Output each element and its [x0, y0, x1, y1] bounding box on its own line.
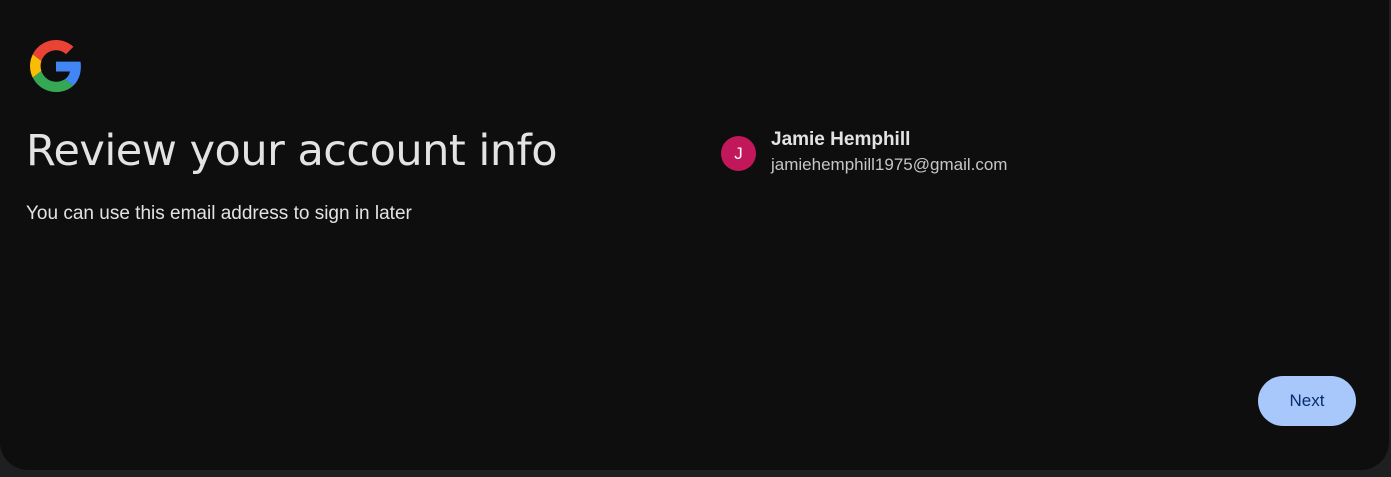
review-account-card: Review your account info You can use thi…	[0, 0, 1389, 470]
google-logo-icon	[30, 40, 81, 92]
page-title: Review your account info	[26, 126, 558, 176]
avatar: J	[721, 136, 756, 171]
account-name: Jamie Hemphill	[771, 129, 911, 150]
account-details: Jamie Hemphill jamiehemphill1975@gmail.c…	[771, 128, 1007, 178]
account-info: J Jamie Hemphill jamiehemphill1975@gmail…	[721, 128, 1007, 178]
page-subtitle: You can use this email address to sign i…	[26, 203, 412, 224]
next-button[interactable]: Next	[1258, 376, 1356, 426]
account-email: jamiehemphill1975@gmail.com	[771, 155, 1008, 174]
